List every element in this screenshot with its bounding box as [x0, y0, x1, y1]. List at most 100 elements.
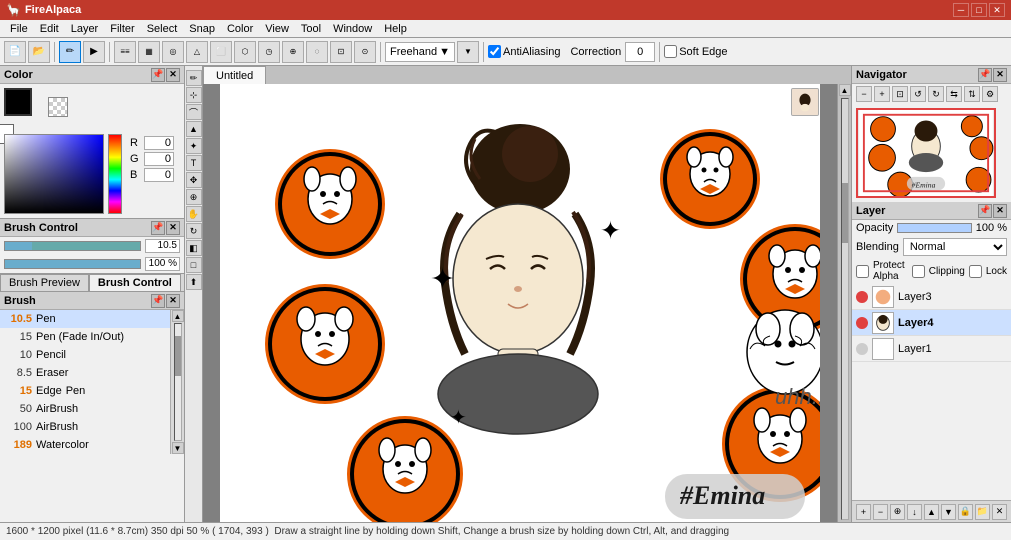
tool-select[interactable]: ⊹ [186, 87, 202, 103]
freehand-dropdown[interactable]: Freehand ▼ [385, 42, 455, 62]
tool-gradient[interactable]: ◧ [186, 240, 202, 256]
menu-layer[interactable]: Layer [65, 20, 105, 38]
minimize-button[interactable]: ─ [953, 3, 969, 17]
blending-select[interactable]: Normal Multiply Screen Overlay [903, 238, 1007, 256]
color-panel-close[interactable]: ✕ [166, 68, 180, 82]
canvas-viewport[interactable]: uhh... ✦ ✦ ✦ ✦ #Emina [203, 84, 837, 522]
nav-zoom-in[interactable]: + [874, 86, 890, 102]
tool-hand[interactable]: ✋ [186, 206, 202, 222]
menu-select[interactable]: Select [141, 20, 184, 38]
transparent-swatch[interactable] [48, 97, 68, 117]
brush-scroll-up[interactable]: ▲ [172, 310, 184, 322]
tool-pen[interactable]: ✏ [186, 70, 202, 86]
open-file-button[interactable]: 📂 [28, 41, 50, 63]
r-input[interactable] [144, 136, 174, 150]
correction-input[interactable] [625, 42, 655, 62]
maximize-button[interactable]: □ [971, 3, 987, 17]
vscroll-thumb[interactable] [842, 183, 848, 243]
layer-lock-button[interactable]: 🔒 [958, 504, 973, 520]
brush-item-airbrush-2[interactable]: 100 AirBrush [0, 418, 170, 436]
navigator-thumb[interactable]: #Emina [856, 108, 996, 198]
brush-type-6[interactable]: ⬡ [234, 41, 256, 63]
layer-folder-button[interactable]: 📁 [975, 504, 990, 520]
antialias-checkbox[interactable]: AntiAliasing [488, 45, 560, 58]
brush-size-slider[interactable] [4, 241, 141, 251]
brush-item-pen-fade[interactable]: 15 Pen (Fade In/Out) [0, 328, 170, 346]
close-button[interactable]: ✕ [989, 3, 1005, 17]
brush-type-10[interactable]: ⊡ [330, 41, 352, 63]
layer-item-layer3[interactable]: Layer3 [852, 284, 1011, 310]
layer-delete-button[interactable]: − [873, 504, 888, 520]
color-panel-pin[interactable]: 📌 [151, 68, 165, 82]
menu-view[interactable]: View [259, 20, 295, 38]
layer-up-button[interactable]: ▲ [924, 504, 939, 520]
clipping-checkbox[interactable] [912, 265, 925, 278]
freehand-setting-button[interactable]: ▼ [457, 41, 479, 63]
brush-type-1[interactable]: ≡≡ [114, 41, 136, 63]
brush-list-pin[interactable]: 📌 [151, 294, 165, 308]
g-input[interactable] [144, 152, 174, 166]
brush-tool-button[interactable]: ✏ [59, 41, 81, 63]
brush-item-airbrush-1[interactable]: 50 AirBrush [0, 400, 170, 418]
foreground-color-swatch[interactable] [4, 88, 32, 116]
tool-text[interactable]: T [186, 155, 202, 171]
menu-edit[interactable]: Edit [34, 20, 65, 38]
tab-brush-control[interactable]: Brush Control [89, 274, 181, 291]
brush-opacity-slider[interactable] [4, 259, 141, 269]
menu-window[interactable]: Window [327, 20, 378, 38]
navigator-pin[interactable]: 📌 [978, 68, 992, 82]
brush-type-9[interactable]: ◌ [306, 41, 328, 63]
brush-type-5[interactable]: ⬜ [210, 41, 232, 63]
lock-checkbox[interactable] [969, 265, 982, 278]
brush-type-8[interactable]: ⊕ [282, 41, 304, 63]
vscroll-track[interactable] [841, 98, 849, 520]
brush-type-4[interactable]: △ [186, 41, 208, 63]
protect-alpha-checkbox[interactable] [856, 265, 869, 278]
tool-eyedrop[interactable]: ✦ [186, 138, 202, 154]
brush-item-watercolor[interactable]: 189 Watercolor [0, 436, 170, 454]
layer-down-button[interactable]: ▼ [941, 504, 956, 520]
vscroll-up-arrow[interactable]: ▲ [839, 84, 851, 96]
menu-filter[interactable]: Filter [104, 20, 140, 38]
brush-list-close[interactable]: ✕ [166, 294, 180, 308]
color-hue-bar[interactable] [108, 134, 122, 214]
tool-rotate[interactable]: ↻ [186, 223, 202, 239]
nav-zoom-out[interactable]: − [856, 86, 872, 102]
tool-lasso[interactable]: ⌒ [186, 104, 202, 120]
opacity-slider[interactable] [897, 223, 972, 233]
tool-move[interactable]: ✥ [186, 172, 202, 188]
b-input[interactable] [144, 168, 174, 182]
brush-control-pin[interactable]: 📌 [151, 221, 165, 235]
brush-control-close[interactable]: ✕ [166, 221, 180, 235]
nav-rotate-left[interactable]: ↺ [910, 86, 926, 102]
color-gradient[interactable] [4, 134, 104, 214]
tab-brush-preview[interactable]: Brush Preview [0, 274, 89, 291]
brush-type-3[interactable]: ◎ [162, 41, 184, 63]
menu-file[interactable]: File [4, 20, 34, 38]
tool-shape[interactable]: □ [186, 257, 202, 273]
layer3-visibility[interactable] [856, 291, 868, 303]
layer-add-button[interactable]: + [856, 504, 871, 520]
layer4-visibility[interactable] [856, 317, 868, 329]
tool-fill[interactable]: ▲ [186, 121, 202, 137]
nav-setting[interactable]: ⚙ [982, 86, 998, 102]
navigator-close[interactable]: ✕ [993, 68, 1007, 82]
layer-clear-button[interactable]: ✕ [992, 504, 1007, 520]
brush-type-2[interactable]: ▦ [138, 41, 160, 63]
layer-item-layer4[interactable]: Layer4 [852, 310, 1011, 336]
menu-color[interactable]: Color [221, 20, 259, 38]
layer-panel-pin[interactable]: 📌 [978, 204, 992, 218]
cursor-type[interactable]: ⊙ [354, 41, 376, 63]
nav-rotate-right[interactable]: ↻ [928, 86, 944, 102]
nav-flip-v[interactable]: ⇅ [964, 86, 980, 102]
layer-duplicate-button[interactable]: ⊕ [890, 504, 905, 520]
brush-item-edge-pen[interactable]: 15 Edge Pen [0, 382, 170, 400]
layer-item-layer1[interactable]: Layer1 [852, 336, 1011, 362]
menu-tool[interactable]: Tool [295, 20, 327, 38]
brush-type-7[interactable]: ◷ [258, 41, 280, 63]
nav-flip-h[interactable]: ⇆ [946, 86, 962, 102]
brush-scroll-down[interactable]: ▼ [172, 442, 184, 454]
soft-edge-checkbox[interactable]: Soft Edge [664, 45, 727, 58]
brush-item-pen[interactable]: 10.5 Pen [0, 310, 170, 328]
brush-item-pencil[interactable]: 10 Pencil [0, 346, 170, 364]
